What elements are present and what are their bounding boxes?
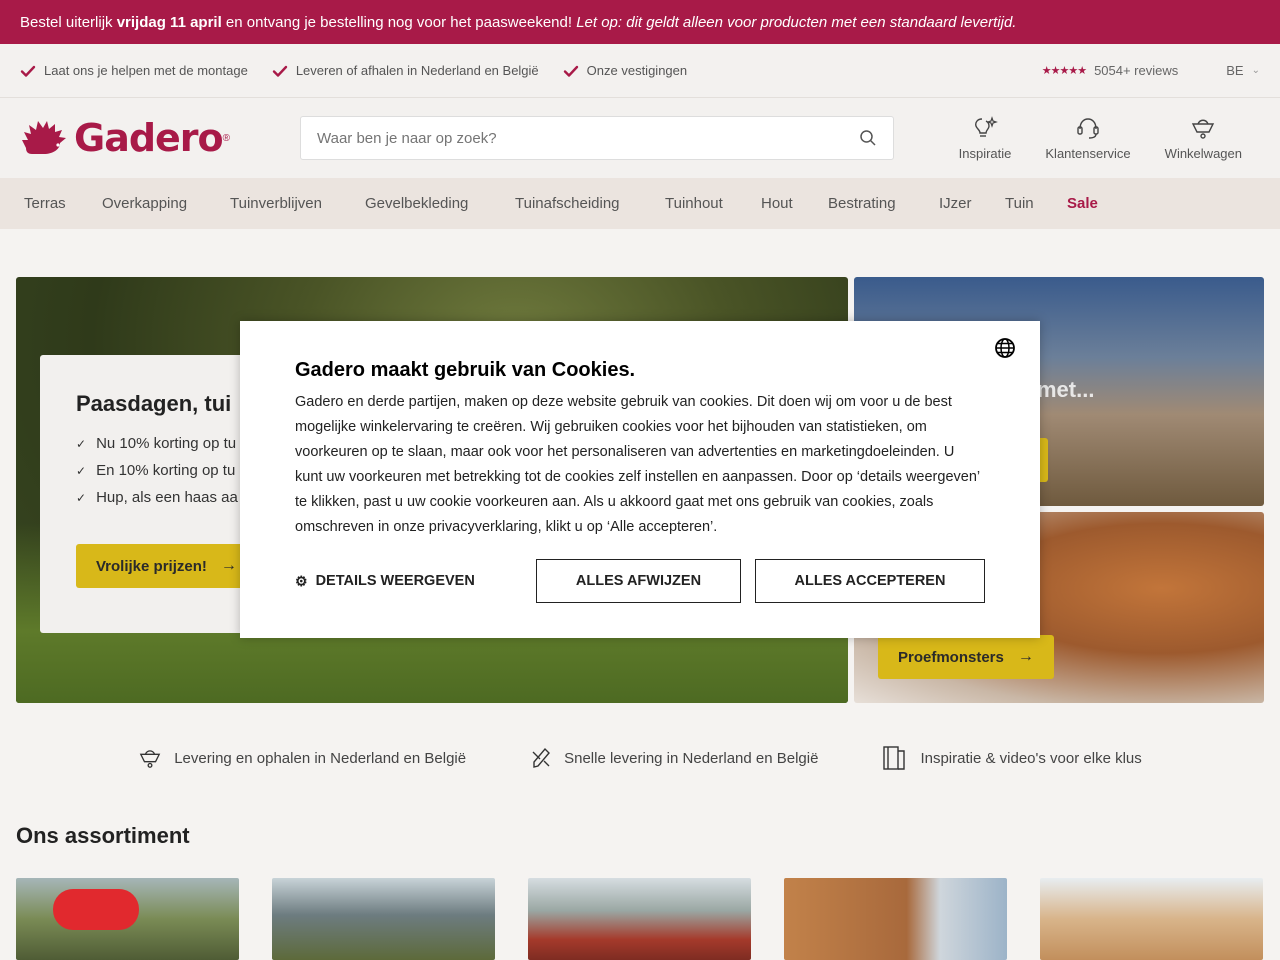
hero-list-text: Hup, als een haas aa: [96, 489, 238, 506]
promo-text-1: Bestel uiterlijk: [20, 13, 117, 31]
nav-item-hout[interactable]: Hout: [761, 195, 828, 212]
assortiment-tile-3[interactable]: [528, 878, 751, 960]
promo-text-2: en ontvang je bestelling nog voor het pa…: [221, 13, 577, 31]
nav-item-sale[interactable]: Sale: [1067, 195, 1098, 212]
search-input[interactable]: [317, 129, 859, 147]
check-icon: [272, 65, 288, 77]
usp-text: Snelle levering in Nederland en België: [564, 749, 819, 767]
nav-item-overkapping[interactable]: Overkapping: [102, 195, 230, 212]
site-header: Gadero ® Inspiratie Klantenservice Winke…: [0, 98, 1280, 178]
main-nav: Terras Overkapping Tuinverblijven Gevelb…: [0, 178, 1280, 229]
usp-label: Laat ons je helpen met de montage: [44, 63, 248, 78]
winkelwagen-label: Winkelwagen: [1164, 145, 1242, 161]
check-icon: [20, 65, 36, 77]
usp-text: Inspiratie & video's voor elke klus: [920, 749, 1142, 767]
button-label: Proefmonsters: [898, 648, 1004, 666]
side-banner-text: met...: [1037, 377, 1095, 402]
search-icon[interactable]: [859, 129, 877, 147]
header-actions: Inspiratie Klantenservice Winkelwagen: [958, 115, 1260, 161]
usp-item-montage[interactable]: Laat ons je helpen met de montage: [20, 63, 248, 79]
usp-text: Levering en ophalen in Nederland en Belg…: [174, 749, 467, 767]
details-label: DETAILS WEERGEVEN: [315, 573, 475, 589]
usp-item-vestigingen[interactable]: Onze vestigingen: [563, 63, 687, 79]
winkelwagen-link[interactable]: Winkelwagen: [1165, 116, 1242, 161]
reject-all-button[interactable]: ALLES AFWIJZEN: [536, 559, 741, 603]
reviews-link[interactable]: 5054+ reviews: [1094, 63, 1178, 78]
headset-icon: [1077, 117, 1099, 139]
globe-icon[interactable]: [994, 337, 1016, 359]
assortiment-tile-5[interactable]: [1040, 878, 1263, 960]
assortiment-title: Ons assortiment: [16, 823, 190, 848]
hedgehog-logo-icon: [22, 121, 66, 154]
logo-registered: ®: [222, 132, 231, 144]
assortiment-tiles: [16, 878, 1263, 960]
nav-item-tuinafscheiding[interactable]: Tuinafscheiding: [515, 195, 665, 212]
usp-item-leveren[interactable]: Leveren of afhalen in Nederland en Belgi…: [272, 63, 539, 79]
lightbulb-icon: [975, 115, 998, 137]
nav-item-ijzer[interactable]: IJzer: [939, 195, 1005, 212]
nav-item-gevelbekleding[interactable]: Gevelbekleding: [365, 195, 515, 212]
promo-bar: Bestel uiterlijk vrijdag 11 april en ont…: [0, 0, 1280, 44]
logo-text: Gadero: [74, 116, 224, 160]
cookie-title: Gadero maakt gebruik van Cookies.: [295, 359, 636, 381]
usp-bar: Laat ons je helpen met de montage Levere…: [0, 44, 1280, 98]
cookie-body: Gadero en derde partijen, maken op deze …: [295, 394, 980, 535]
assortiment-tile-2[interactable]: [272, 878, 495, 960]
usp-label: Onze vestigingen: [586, 63, 688, 78]
vrolijke-prijzen-button[interactable]: Vrolijke prijzen! →: [76, 544, 257, 588]
promo-date: vrijdag 11 april: [116, 13, 222, 31]
search-bar: [300, 116, 894, 160]
arrow-right-icon: →: [220, 557, 237, 574]
wheelbarrow-icon: [1192, 119, 1215, 139]
klantenservice-link[interactable]: Klantenservice: [1045, 116, 1131, 161]
language-label: BE: [1226, 63, 1244, 78]
nav-item-tuinhout[interactable]: Tuinhout: [665, 195, 761, 212]
language-selector[interactable]: BE ⌄: [1226, 63, 1260, 78]
nav-item-bestrating[interactable]: Bestrating: [828, 195, 939, 212]
details-toggle[interactable]: ⚙ DETAILS WEERGEVEN: [295, 573, 536, 590]
chat-widget-button[interactable]: [53, 889, 139, 930]
inspiratie-link[interactable]: Inspiratie: [958, 115, 1012, 161]
klantenservice-label: Klantenservice: [1045, 145, 1131, 161]
accept-all-button[interactable]: ALLES ACCEPTEREN: [755, 559, 985, 603]
wheelbarrow-icon: [139, 750, 161, 768]
check-icon: ✓: [76, 436, 87, 451]
promo-note: Let op: dit geldt alleen voor producten …: [576, 13, 1017, 31]
usp-strip: Levering en ophalen in Nederland en Belg…: [0, 745, 1280, 771]
button-label: Vrolijke prijzen!: [96, 557, 207, 575]
check-icon: [563, 65, 578, 77]
hero-list-text: Nu 10% korting op tu: [96, 435, 237, 452]
nav-item-tuinverblijven[interactable]: Tuinverblijven: [230, 195, 365, 212]
usp-right: ★★★★★ 5054+ reviews BE ⌄: [1042, 63, 1260, 78]
chevron-down-icon: ⌄: [1251, 65, 1260, 76]
gear-icon: ⚙: [295, 572, 308, 589]
usp-snelle-levering: Snelle levering in Nederland en België: [530, 745, 818, 771]
nav-item-terras[interactable]: Terras: [24, 195, 102, 212]
assortiment-tile-4[interactable]: [784, 878, 1007, 960]
check-icon: ✓: [76, 490, 87, 505]
cookie-dialog: Gadero maakt gebruik van Cookies. Gadero…: [240, 321, 1040, 638]
usp-label: Leveren of afhalen in Nederland en Belgi…: [295, 63, 539, 78]
nav-item-tuin[interactable]: Tuin: [1005, 195, 1067, 212]
inspiratie-label: Inspiratie: [958, 145, 1012, 161]
logo[interactable]: Gadero ®: [20, 116, 300, 160]
usp-levering: Levering en ophalen in Nederland en Belg…: [138, 745, 466, 771]
proefmonsters-button[interactable]: Proefmonsters →: [878, 635, 1054, 679]
cookie-actions: ⚙ DETAILS WEERGEVEN ALLES AFWIJZEN ALLES…: [295, 559, 985, 603]
usp-inspiratie: Inspiratie & video's voor elke klus: [882, 745, 1142, 771]
check-icon: ✓: [76, 463, 87, 478]
hero-list-text: En 10% korting op tu: [96, 462, 236, 479]
arrow-right-icon: →: [1017, 648, 1034, 665]
book-icon: [883, 746, 906, 770]
rating-stars-icon: ★★★★★: [1041, 65, 1087, 77]
pencil-ruler-icon: [532, 747, 551, 768]
